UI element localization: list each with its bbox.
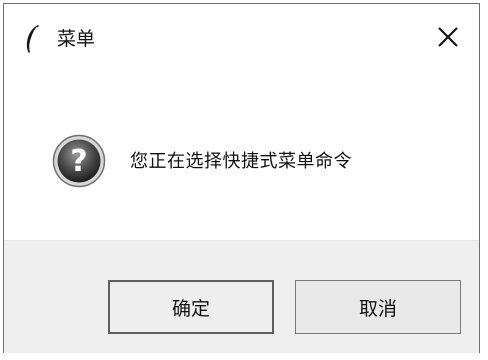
dialog-message: 您正在选择快捷式菜单命令 bbox=[130, 151, 352, 172]
dialog-content: ? 您正在选择快捷式菜单命令 bbox=[4, 74, 479, 240]
dialog-window: 菜单 ? 您正在选择快捷式菜单命令 确定 取消 bbox=[3, 3, 480, 353]
feather-icon bbox=[26, 25, 39, 53]
close-button[interactable] bbox=[431, 20, 465, 54]
close-icon bbox=[438, 27, 458, 47]
question-icon: ? bbox=[52, 134, 106, 188]
title-bar[interactable]: 菜单 bbox=[4, 4, 479, 74]
window-title: 菜单 bbox=[57, 28, 96, 50]
button-bar: 确定 取消 bbox=[4, 240, 479, 353]
ok-button[interactable]: 确定 bbox=[108, 280, 274, 334]
svg-text:?: ? bbox=[70, 144, 87, 179]
cancel-button[interactable]: 取消 bbox=[295, 280, 461, 334]
